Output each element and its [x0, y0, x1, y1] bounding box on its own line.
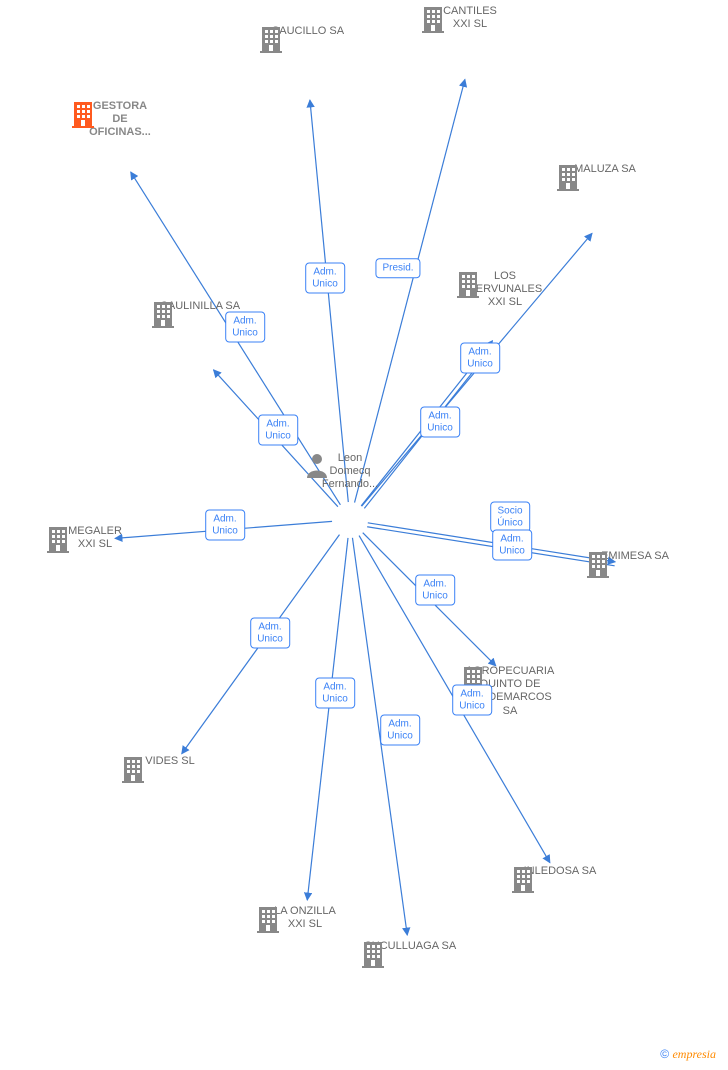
edge-role-label: Adm. Unico	[315, 678, 355, 709]
edge-role-label: Adm. Unico	[420, 407, 460, 438]
company-node-cervunales[interactable]: LOS CERVUNALES XXI SL	[455, 270, 555, 310]
company-node-inledosa[interactable]: INLEDOSA SA	[510, 865, 610, 878]
footer-watermark: © empresia	[660, 1047, 716, 1062]
company-node-gestora[interactable]: GESTORA DE OFICINAS...	[70, 100, 170, 140]
edge-role-label: Adm. Unico	[305, 263, 345, 294]
edge-role-label: Adm. Unico	[415, 575, 455, 606]
company-node-cantiles[interactable]: CANTILES XXI SL	[420, 5, 520, 31]
company-node-vides[interactable]: VIDES SL	[120, 755, 220, 768]
company-node-cuculluaga[interactable]: CUCULLUAGA SA	[360, 940, 460, 953]
brand-name: empresia	[672, 1047, 716, 1061]
edge-role-label: Socio Único	[490, 502, 530, 533]
company-node-saucillo[interactable]: SAUCILLO SA	[258, 25, 358, 38]
edge-role-label: Adm. Unico	[225, 312, 265, 343]
copyright-symbol: ©	[660, 1047, 669, 1061]
edge-role-label: Adm. Unico	[492, 530, 532, 561]
company-node-onzilla[interactable]: LA ONZILLA XXI SL	[255, 905, 355, 931]
edge-role-label: Adm. Unico	[380, 715, 420, 746]
edge-role-label: Adm. Unico	[250, 618, 290, 649]
company-node-megaler[interactable]: MEGALER XXI SL	[45, 525, 145, 551]
edge-role-label: Adm. Unico	[258, 415, 298, 446]
edge-role-label: Adm. Unico	[452, 685, 492, 716]
edge-role-label: Adm. Unico	[205, 510, 245, 541]
company-node-maluza[interactable]: MALUZA SA	[555, 163, 655, 176]
center-person-node[interactable]: Leon Domecq Fernando...	[305, 452, 395, 496]
company-node-emimesa[interactable]: EMIMESA SA	[585, 550, 685, 563]
edge-role-label: Presid.	[375, 258, 420, 278]
edge-role-label: Adm. Unico	[460, 343, 500, 374]
